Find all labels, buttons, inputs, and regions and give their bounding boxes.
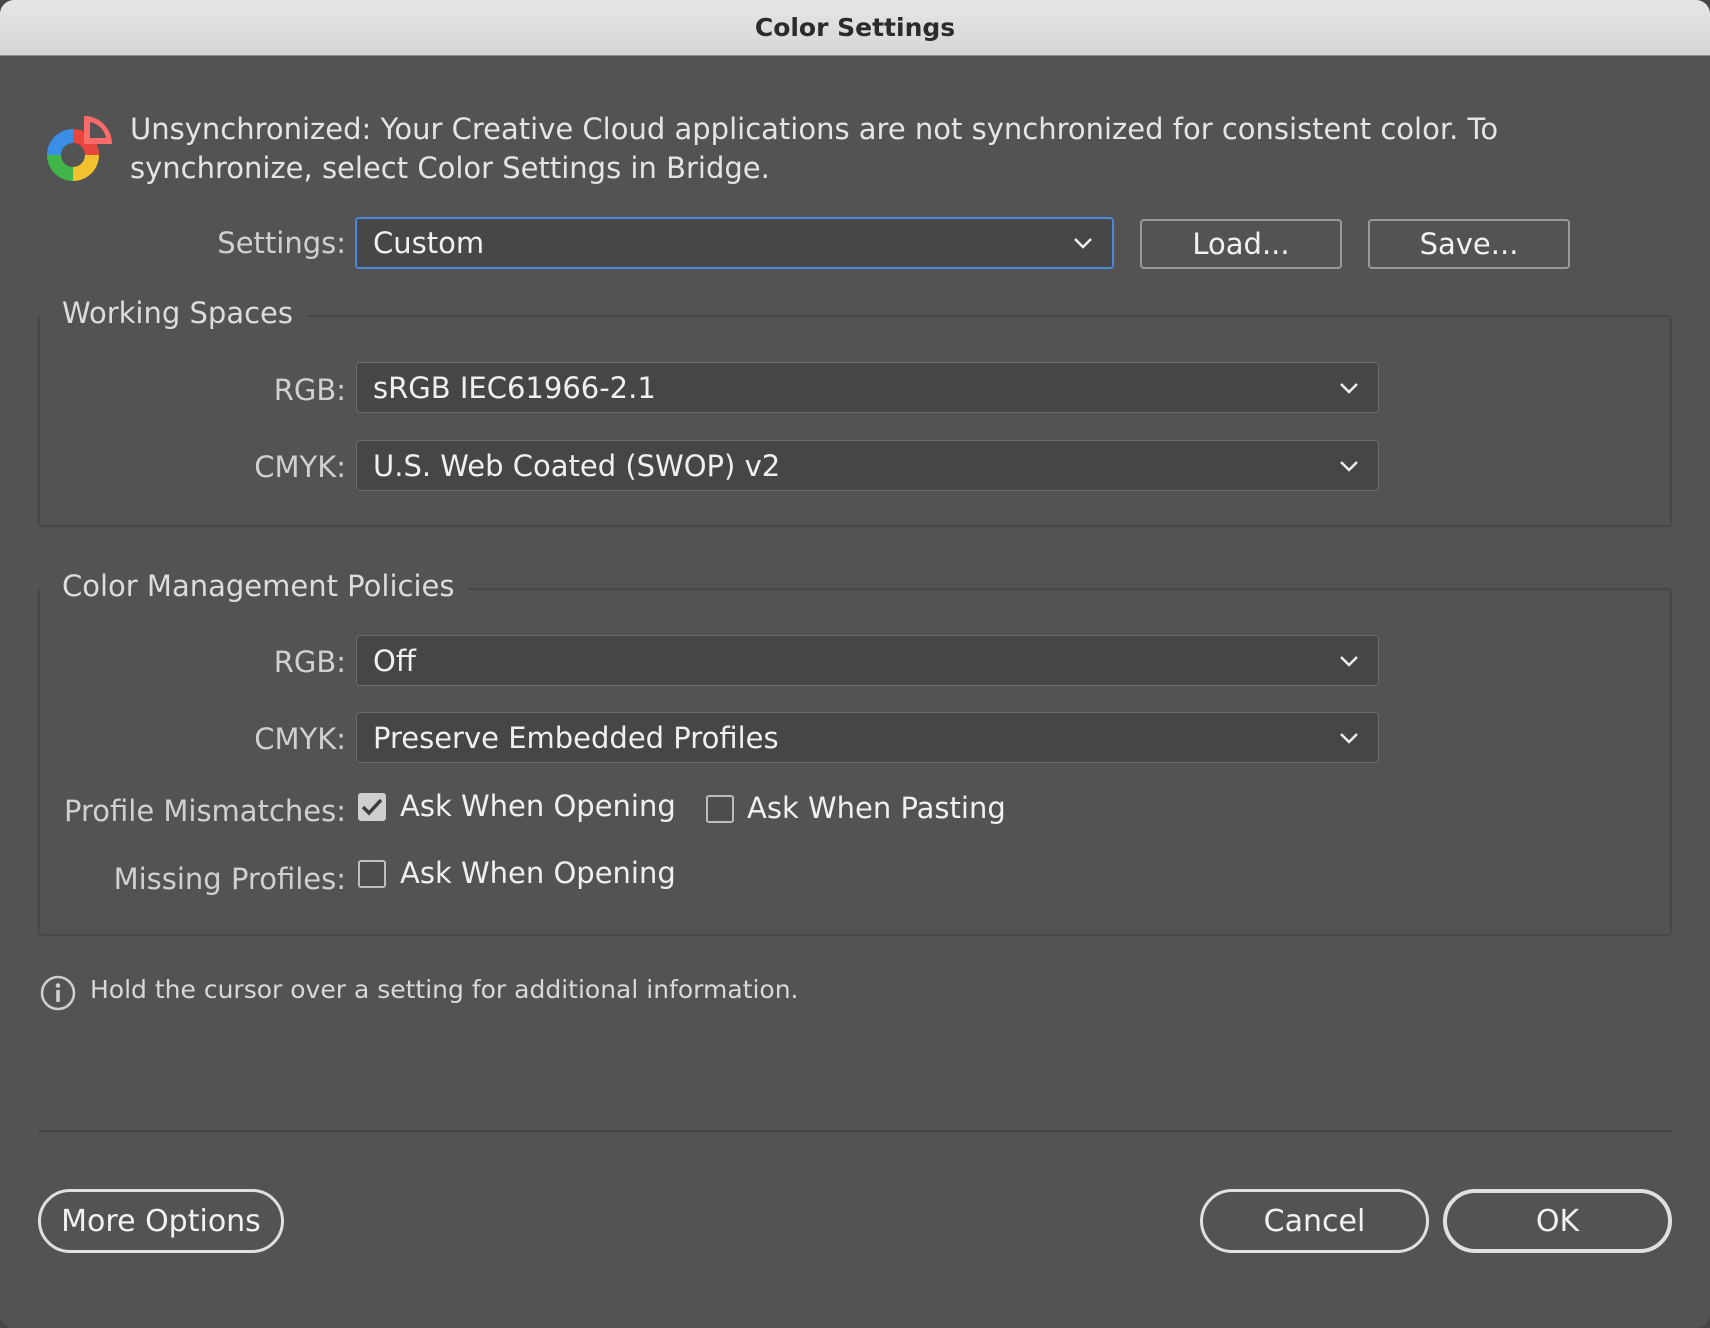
working-cmyk-select[interactable]: U.S. Web Coated (SWOP) v2 bbox=[356, 440, 1379, 491]
chevron-down-icon bbox=[1340, 655, 1358, 667]
working-cmyk-label: CMYK: bbox=[254, 450, 346, 484]
settings-select-value: Custom bbox=[373, 226, 485, 260]
missing-ask-opening-checkbox[interactable] bbox=[358, 860, 386, 888]
policy-cmyk-select[interactable]: Preserve Embedded Profiles bbox=[356, 712, 1379, 763]
working-rgb-label: RGB: bbox=[273, 373, 346, 407]
policies-title: Color Management Policies bbox=[40, 569, 469, 603]
ok-button[interactable]: OK bbox=[1443, 1189, 1672, 1253]
info-icon bbox=[40, 975, 76, 1011]
cancel-button[interactable]: Cancel bbox=[1200, 1189, 1429, 1253]
working-rgb-value: sRGB IEC61966-2.1 bbox=[373, 370, 656, 405]
mismatch-ask-opening-label[interactable]: Ask When Opening bbox=[400, 789, 676, 823]
save-button[interactable]: Save... bbox=[1368, 219, 1570, 269]
chevron-down-icon bbox=[1340, 732, 1358, 744]
settings-select[interactable]: Custom bbox=[355, 217, 1114, 269]
dialog-title: Color Settings bbox=[754, 13, 956, 42]
chevron-down-icon bbox=[1340, 460, 1358, 472]
load-button[interactable]: Load... bbox=[1140, 219, 1342, 269]
working-cmyk-value: U.S. Web Coated (SWOP) v2 bbox=[373, 448, 781, 483]
policy-cmyk-label: CMYK: bbox=[254, 722, 346, 756]
policy-rgb-value: Off bbox=[373, 643, 416, 678]
footer-divider bbox=[38, 1130, 1672, 1132]
policy-rgb-select[interactable]: Off bbox=[356, 635, 1379, 686]
sync-message: Unsynchronized: Your Creative Cloud appl… bbox=[130, 112, 1499, 185]
info-text: Hold the cursor over a setting for addit… bbox=[90, 975, 799, 1004]
mismatch-ask-pasting-label[interactable]: Ask When Pasting bbox=[747, 791, 1006, 825]
missing-profiles-label: Missing Profiles: bbox=[113, 862, 346, 896]
profile-mismatches-label: Profile Mismatches: bbox=[63, 794, 346, 828]
missing-ask-opening-label[interactable]: Ask When Opening bbox=[400, 856, 676, 890]
policy-rgb-label: RGB: bbox=[273, 645, 346, 679]
chevron-down-icon bbox=[1074, 238, 1092, 249]
working-rgb-select[interactable]: sRGB IEC61966-2.1 bbox=[356, 362, 1379, 413]
color-sync-icon bbox=[47, 116, 112, 181]
mismatch-ask-pasting-checkbox[interactable] bbox=[706, 795, 734, 823]
policy-cmyk-value: Preserve Embedded Profiles bbox=[373, 720, 779, 755]
working-spaces-group bbox=[38, 315, 1672, 527]
working-spaces-title: Working Spaces bbox=[40, 296, 307, 330]
more-options-button[interactable]: More Options bbox=[38, 1189, 284, 1253]
color-settings-dialog: Color Settings Unsynchronized: Your Crea… bbox=[0, 0, 1710, 1328]
mismatch-ask-opening-checkbox[interactable] bbox=[358, 793, 386, 821]
title-bar: Color Settings bbox=[0, 0, 1710, 56]
chevron-down-icon bbox=[1340, 382, 1358, 394]
settings-label: Settings: bbox=[217, 226, 346, 260]
checkmark-icon bbox=[361, 798, 383, 816]
